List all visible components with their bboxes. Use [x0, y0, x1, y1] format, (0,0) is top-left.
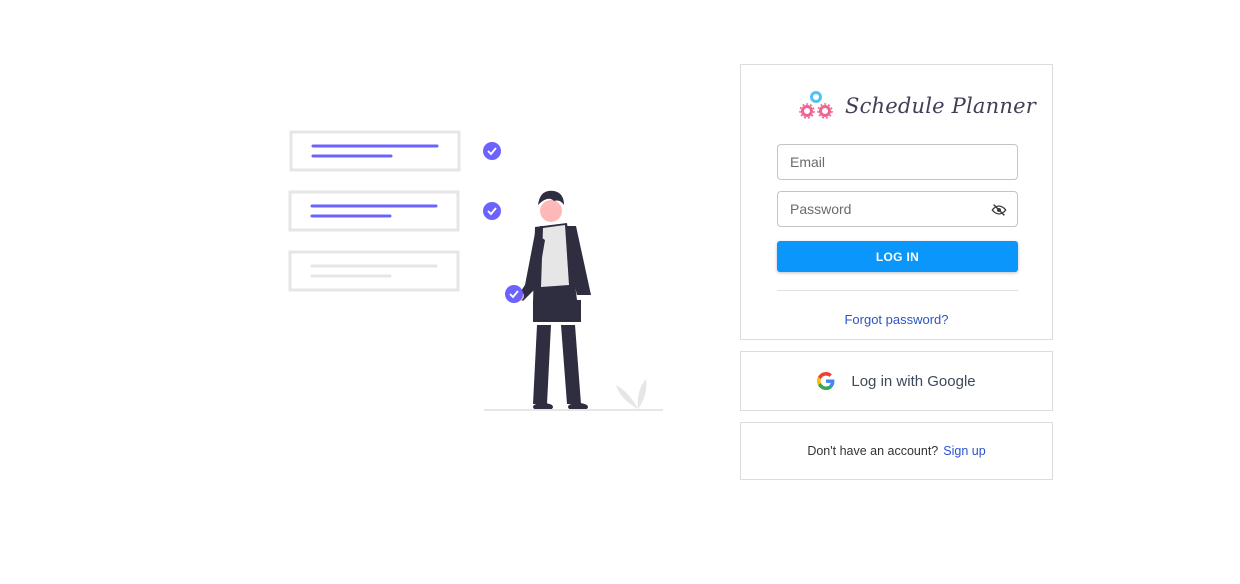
google-login-button[interactable]: Log in with Google [740, 351, 1053, 411]
app-name: Schedule Planner [845, 94, 1036, 118]
password-field-wrapper [777, 191, 1018, 227]
password-field[interactable] [778, 192, 1017, 226]
signup-prompt: Don't have an account? [807, 444, 939, 458]
task-card-2 [288, 190, 460, 232]
divider [777, 290, 1018, 291]
brand: Schedule Planner [799, 89, 1036, 123]
email-field-wrapper [777, 144, 1018, 180]
check-circle-icon [505, 285, 523, 303]
check-circle-icon [483, 202, 501, 220]
check-circle-icon [483, 142, 501, 160]
signup-card: Don't have an account? Sign up [740, 422, 1053, 480]
forgot-password-link[interactable]: Forgot password? [741, 312, 1052, 327]
eye-slash-icon[interactable] [991, 202, 1007, 218]
google-login-label: Log in with Google [851, 372, 976, 390]
task-checklist-illustration [288, 130, 663, 411]
signup-link[interactable]: Sign up [943, 444, 985, 458]
plant-decoration [616, 379, 647, 409]
login-button[interactable]: LOG IN [777, 241, 1018, 272]
login-card: Schedule Planner LOG IN Forgot password? [740, 64, 1053, 340]
person-figure [514, 190, 591, 411]
email-field[interactable] [778, 145, 1017, 179]
schedule-planner-logo [799, 91, 833, 119]
task-card-3 [288, 250, 460, 292]
task-card-1 [289, 130, 461, 172]
google-g-icon [817, 372, 835, 390]
